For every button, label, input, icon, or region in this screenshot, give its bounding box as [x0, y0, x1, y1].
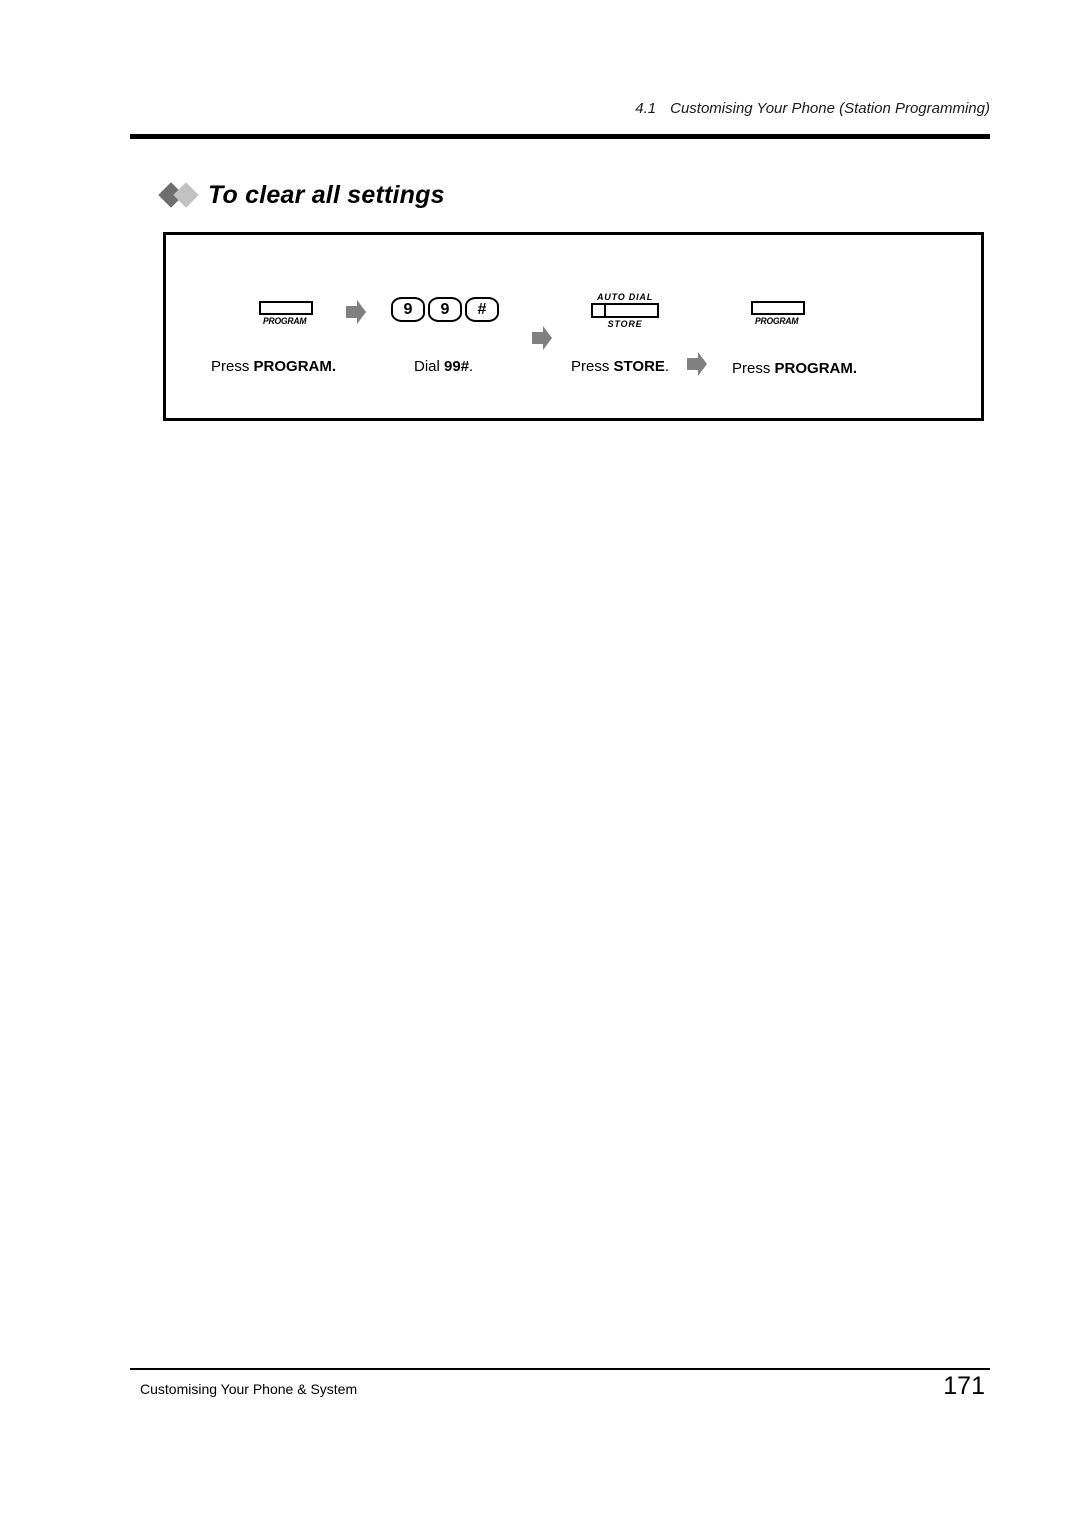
program-key-rect — [259, 301, 313, 315]
step-1-caption-bold: PROGRAM. — [253, 358, 337, 375]
program-key-rect-2 — [751, 301, 805, 315]
step-3-caption: Press STORE. — [571, 358, 669, 375]
step-4-caption-prefix: Press — [732, 360, 775, 377]
step-3-caption-suffix: . — [664, 358, 670, 375]
footer-divider-rule — [130, 1368, 990, 1370]
section-title-row: To clear all settings — [158, 178, 445, 212]
program-key-label: PROGRAM — [262, 316, 307, 326]
dial-key-2: 9 — [428, 297, 462, 322]
step-2-caption: Dial 99#. — [414, 358, 473, 375]
step-2-caption-bold: 99# — [444, 358, 470, 375]
store-key-rect — [591, 303, 659, 318]
step-1-program-key: PROGRAM — [259, 301, 317, 326]
step-4-caption-bold: PROGRAM. — [774, 360, 858, 377]
store-key-label-top: AUTO DIAL — [596, 292, 654, 302]
flow-arrow-2-icon — [532, 325, 552, 351]
diamond-light-icon — [173, 182, 199, 208]
running-header: 4.1 Customising Your Phone (Station Progr… — [130, 100, 990, 117]
dial-key-1: 9 — [391, 297, 425, 322]
step-4-caption: Press PROGRAM. — [732, 360, 857, 377]
header-section-number: 4.1 — [635, 100, 657, 117]
store-key-label-bottom: STORE — [607, 319, 643, 329]
step-1-caption-prefix: Press — [211, 358, 254, 375]
step-2-caption-prefix: Dial — [414, 358, 445, 375]
step-3-caption-bold: STORE — [613, 358, 665, 375]
procedure-flow: PROGRAM 9 9 # AUTO DIAL STORE PROGRAM Pr… — [166, 235, 981, 418]
header-divider-rule — [130, 134, 990, 139]
page-title: To clear all settings — [208, 180, 445, 209]
step-3-caption-prefix: Press — [571, 358, 614, 375]
program-key-label-2: PROGRAM — [754, 316, 799, 326]
step-2-caption-suffix: . — [469, 358, 474, 375]
flow-arrow-1-icon — [346, 299, 366, 325]
step-4-program-key: PROGRAM — [751, 301, 809, 326]
diamond-bullet-icon — [158, 182, 208, 208]
procedure-box: PROGRAM 9 9 # AUTO DIAL STORE PROGRAM Pr… — [163, 232, 984, 421]
step-1-caption: Press PROGRAM. — [211, 358, 336, 375]
header-section-title: Customising Your Phone (Station Programm… — [670, 100, 990, 117]
step-2-dial-keys: 9 9 # — [391, 297, 499, 322]
dial-key-3: # — [465, 297, 499, 322]
footer-page-number: 171 — [943, 1372, 985, 1400]
flow-arrow-3-icon — [687, 351, 707, 377]
step-3-store-key: AUTO DIAL STORE — [587, 292, 663, 329]
